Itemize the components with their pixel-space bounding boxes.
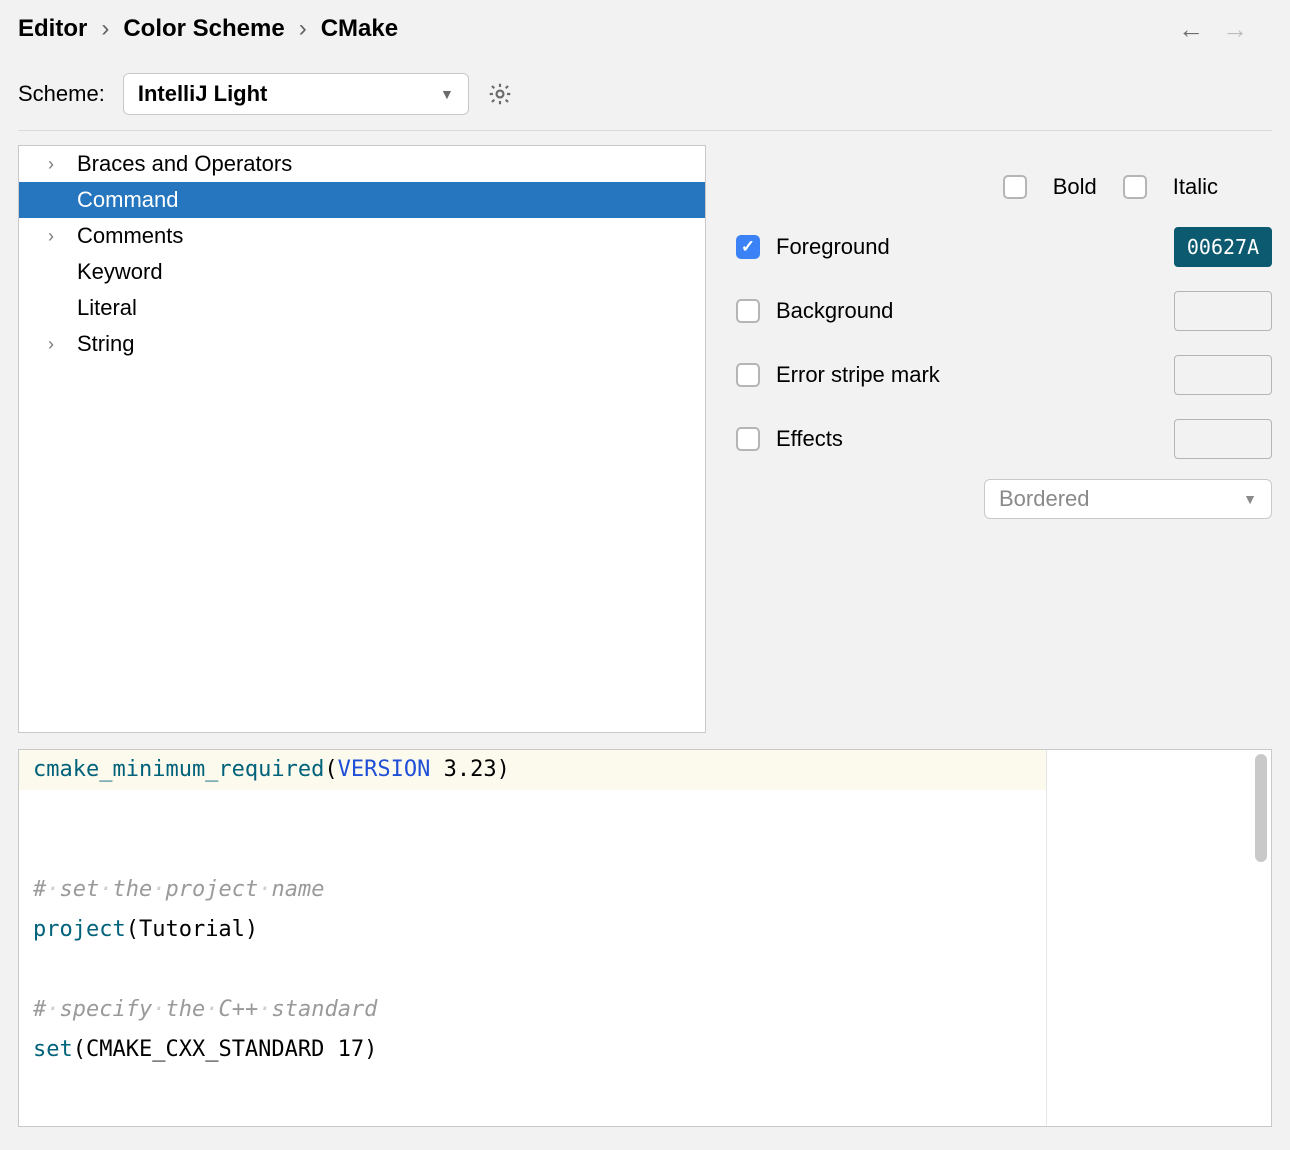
italic-checkbox[interactable]	[1123, 175, 1147, 199]
preview-code-area[interactable]: cmake_minimum_required(VERSION 3.23) #·s…	[19, 750, 1046, 1126]
code-keyword: VERSION	[338, 757, 431, 782]
back-arrow-icon[interactable]: ←	[1178, 16, 1204, 42]
chevron-right-icon: ›	[101, 15, 109, 43]
breadcrumb: Editor › Color Scheme › CMake	[18, 15, 398, 43]
code-comment: #·specify·the·C++·standard	[33, 997, 377, 1022]
code-comment: #·set·the·project·name	[33, 877, 324, 902]
code-command: cmake_minimum_required	[33, 757, 324, 782]
code-text: (Tutorial)	[126, 917, 258, 942]
effects-type-select[interactable]: Bordered ▼	[984, 479, 1272, 519]
tree-item-braces[interactable]: › Braces and Operators	[19, 146, 705, 182]
bold-label: Bold	[1053, 174, 1097, 200]
breadcrumb-cmake[interactable]: CMake	[321, 15, 398, 43]
tree-item-comments[interactable]: › Comments	[19, 218, 705, 254]
background-label: Background	[776, 298, 893, 324]
code-text: (CMAKE_CXX_STANDARD 17)	[73, 1037, 378, 1062]
tree-item-literal[interactable]: Literal	[19, 290, 705, 326]
chevron-right-icon[interactable]: ›	[31, 154, 71, 175]
tree-item-label: Command	[71, 187, 178, 213]
error-stripe-swatch[interactable]	[1174, 355, 1272, 395]
effects-type-value: Bordered	[999, 486, 1090, 512]
chevron-down-icon: ▼	[1243, 491, 1257, 507]
divider	[18, 130, 1272, 131]
scheme-value: IntelliJ Light	[138, 81, 268, 107]
preview-gutter	[1046, 750, 1271, 1126]
code-command: set	[33, 1037, 73, 1062]
chevron-down-icon: ▼	[440, 86, 454, 102]
tree-item-label: Literal	[71, 295, 137, 321]
attribute-options: Bold Italic Foreground 00627A Background…	[736, 145, 1272, 733]
tree-item-label: Keyword	[71, 259, 163, 285]
tree-item-label: Comments	[71, 223, 183, 249]
gear-icon[interactable]	[487, 81, 513, 107]
tree-item-label: String	[71, 331, 134, 357]
scheme-label: Scheme:	[18, 81, 105, 107]
code-punct: (	[324, 757, 337, 782]
effects-swatch[interactable]	[1174, 419, 1272, 459]
error-stripe-label: Error stripe mark	[776, 362, 940, 388]
scrollbar-thumb[interactable]	[1255, 754, 1267, 862]
effects-checkbox[interactable]	[736, 427, 760, 451]
tree-item-label: Braces and Operators	[71, 151, 292, 177]
scrollbar-track[interactable]	[1253, 754, 1267, 1122]
italic-label: Italic	[1173, 174, 1218, 200]
category-tree: › Braces and Operators Command › Comment…	[18, 145, 706, 733]
chevron-right-icon: ›	[299, 15, 307, 43]
tree-item-command[interactable]: Command	[19, 182, 705, 218]
background-swatch[interactable]	[1174, 291, 1272, 331]
foreground-swatch[interactable]: 00627A	[1174, 227, 1272, 267]
background-checkbox[interactable]	[736, 299, 760, 323]
code-preview: cmake_minimum_required(VERSION 3.23) #·s…	[18, 749, 1272, 1127]
breadcrumb-editor[interactable]: Editor	[18, 15, 87, 43]
forward-arrow-icon[interactable]: →	[1222, 16, 1248, 42]
effects-label: Effects	[776, 426, 843, 452]
code-command: project	[33, 917, 126, 942]
chevron-right-icon[interactable]: ›	[31, 334, 71, 355]
bold-checkbox[interactable]	[1003, 175, 1027, 199]
code-text: 3.23)	[430, 757, 509, 782]
foreground-checkbox[interactable]	[736, 235, 760, 259]
chevron-right-icon[interactable]: ›	[31, 226, 71, 247]
tree-item-keyword[interactable]: Keyword	[19, 254, 705, 290]
scheme-select[interactable]: IntelliJ Light ▼	[123, 73, 469, 115]
error-stripe-checkbox[interactable]	[736, 363, 760, 387]
breadcrumb-color-scheme[interactable]: Color Scheme	[123, 15, 284, 43]
foreground-label: Foreground	[776, 234, 890, 260]
tree-item-string[interactable]: › String	[19, 326, 705, 362]
